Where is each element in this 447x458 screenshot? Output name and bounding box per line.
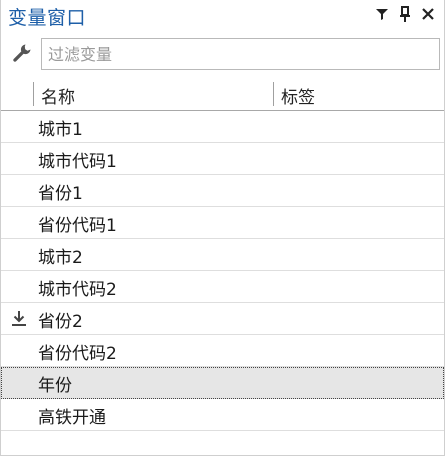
variable-row[interactable]: 城市1 bbox=[1, 111, 444, 143]
variable-name: 省份1 bbox=[38, 184, 83, 204]
variable-row[interactable]: 省份代码2 bbox=[1, 335, 444, 367]
variable-row[interactable]: 省份代码1 bbox=[1, 207, 444, 239]
column-header-name[interactable]: 名称 bbox=[41, 83, 75, 108]
close-icon[interactable] bbox=[419, 5, 437, 23]
column-divider[interactable] bbox=[273, 82, 274, 106]
variable-name: 城市代码2 bbox=[38, 280, 117, 300]
wrench-icon bbox=[11, 42, 33, 64]
variable-list: 城市1 城市代码1 省份1 省份代码1 城市2 城市代码2 省份2 省份代码2 … bbox=[1, 111, 444, 431]
variable-row[interactable]: 城市代码2 bbox=[1, 271, 444, 303]
column-header-label[interactable]: 标签 bbox=[281, 83, 315, 108]
column-divider[interactable] bbox=[33, 82, 34, 106]
variable-name: 省份2 bbox=[38, 312, 83, 332]
variable-row-selected[interactable]: 年份 bbox=[1, 367, 444, 399]
filter-icon[interactable] bbox=[373, 5, 391, 23]
variable-name: 省份代码1 bbox=[38, 216, 117, 236]
panel-title: 变量窗口 bbox=[8, 7, 87, 29]
variable-name: 年份 bbox=[38, 376, 72, 396]
variable-row[interactable]: 省份2 bbox=[1, 303, 444, 335]
variable-name: 省份代码2 bbox=[38, 344, 117, 364]
pin-icon[interactable] bbox=[396, 5, 414, 23]
variable-row[interactable]: 城市代码1 bbox=[1, 143, 444, 175]
filter-input[interactable] bbox=[41, 38, 440, 70]
variable-name: 城市1 bbox=[38, 120, 83, 140]
variables-panel: 变量窗口 名称 标签 城市1 城市代码1 省份1 省份代码1 城市2 城市代码2 bbox=[0, 0, 445, 456]
filter-row bbox=[1, 37, 444, 73]
variable-name: 高铁开通 bbox=[38, 408, 106, 428]
variable-row[interactable]: 高铁开通 bbox=[1, 399, 444, 431]
panel-titlebar: 变量窗口 bbox=[1, 0, 444, 32]
download-arrow-icon bbox=[11, 310, 27, 328]
column-header: 名称 标签 bbox=[1, 80, 444, 111]
variable-name: 城市代码1 bbox=[38, 152, 117, 172]
variable-row[interactable]: 城市2 bbox=[1, 239, 444, 271]
variable-row[interactable]: 省份1 bbox=[1, 175, 444, 207]
variable-name: 城市2 bbox=[38, 248, 83, 268]
